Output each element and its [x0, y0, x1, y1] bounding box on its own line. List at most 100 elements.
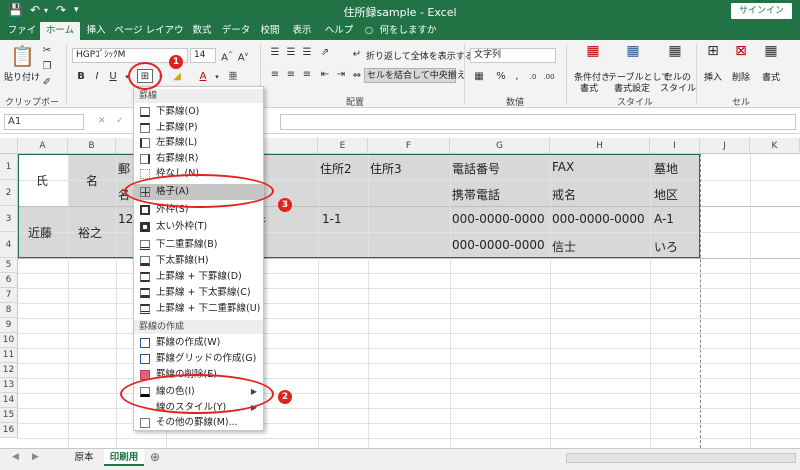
wrap-text-icon[interactable]: ↵	[350, 48, 364, 62]
decrease-indent-icon[interactable]: ⇤	[318, 68, 332, 82]
tab-home[interactable]: ホーム	[40, 22, 80, 40]
signin-button[interactable]: サインイン	[730, 3, 792, 19]
paste-icon[interactable]: 📋	[10, 44, 35, 68]
menu-item-bottom-border[interactable]: 下罫線(O)	[134, 104, 263, 120]
bold-icon[interactable]: B	[74, 70, 88, 84]
menu-item-top-bottom-border[interactable]: 上罫線 + 下罫線(D)	[134, 269, 263, 285]
cell-h4[interactable]: 信士	[552, 238, 576, 255]
row-header[interactable]: 5	[0, 258, 18, 273]
column-header[interactable]: G	[450, 138, 550, 154]
conditional-format-icon[interactable]: ▦	[586, 44, 600, 58]
confirm-entry-icon[interactable]: ✓	[116, 116, 124, 126]
middle-align-icon[interactable]: ☰	[284, 46, 298, 60]
row-header[interactable]: 15	[0, 408, 18, 423]
format-as-table-icon[interactable]: ▦	[626, 44, 640, 58]
number-format-select[interactable]: 文字列	[470, 48, 556, 63]
menu-item-top-double-bottom-border[interactable]: 上罫線 + 下二重罫線(U)	[134, 301, 263, 317]
format-cells-icon[interactable]: ▦	[764, 44, 778, 58]
row-header[interactable]: 13	[0, 378, 18, 393]
cell-g2[interactable]: 携帯電話	[452, 186, 500, 203]
tab-formulas[interactable]: 数式	[188, 22, 216, 40]
menu-item-thick-box-border[interactable]: 太い外枠(T)	[134, 219, 263, 235]
select-all-corner[interactable]	[0, 138, 18, 154]
row-header[interactable]: 8	[0, 303, 18, 318]
worksheet-grid[interactable]: A B C D E F G H I J K 1 2 3 4 5 6 7 8 9 …	[0, 138, 800, 448]
cell-styles-icon[interactable]: ▦	[668, 44, 682, 58]
align-left-icon[interactable]: ≡	[268, 68, 282, 82]
column-header[interactable]: H	[550, 138, 650, 154]
delete-cells-icon[interactable]: ⊠	[734, 44, 748, 58]
horizontal-scrollbar[interactable]	[566, 453, 796, 463]
font-size-input[interactable]: 14	[190, 48, 216, 63]
menu-item-draw-border-grid[interactable]: 罫線グリッドの作成(G)	[134, 351, 263, 367]
menu-item-thick-bottom-border[interactable]: 下太罫線(H)	[134, 253, 263, 269]
menu-item-top-border[interactable]: 上罫線(P)	[134, 120, 263, 136]
italic-icon[interactable]: I	[90, 70, 104, 84]
cell-g1[interactable]: 電話番号	[452, 160, 500, 177]
accounting-format-icon[interactable]: ▦	[472, 70, 486, 84]
column-header[interactable]: A	[18, 138, 68, 154]
wrap-text-button[interactable]: 折り返して全体を表示する	[366, 49, 474, 62]
align-center-icon[interactable]: ≡	[284, 68, 298, 82]
column-header[interactable]: J	[700, 138, 750, 154]
menu-item-top-thick-bottom-border[interactable]: 上罫線 + 下太罫線(C)	[134, 285, 263, 301]
row-header[interactable]: 14	[0, 393, 18, 408]
cell-i2[interactable]: 地区	[654, 186, 678, 203]
formula-input[interactable]	[280, 114, 796, 130]
column-header[interactable]: K	[750, 138, 800, 154]
column-header[interactable]: I	[650, 138, 700, 154]
insert-cells-icon[interactable]: ⊞	[706, 44, 720, 58]
row-header[interactable]: 6	[0, 273, 18, 288]
column-header[interactable]: B	[68, 138, 116, 154]
column-header[interactable]: F	[368, 138, 450, 154]
cell-e1[interactable]: 住所2	[320, 160, 352, 177]
scroll-left-icon[interactable]: ◀	[12, 452, 19, 462]
insert-cells-button[interactable]: 挿入	[704, 70, 722, 83]
comma-style-icon[interactable]: ,	[510, 70, 524, 84]
cell-f1[interactable]: 住所3	[370, 160, 402, 177]
cell-e3[interactable]: 1-1	[322, 212, 342, 226]
cell-i3[interactable]: A-1	[654, 212, 674, 226]
grow-font-icon[interactable]: A^	[220, 48, 234, 63]
font-color-icon[interactable]: A	[196, 70, 210, 84]
tab-insert[interactable]: 挿入	[82, 22, 110, 40]
cell-h3[interactable]: 000-0000-0000	[552, 212, 645, 226]
cell-a1[interactable]: 氏	[36, 172, 48, 189]
copy-icon[interactable]: ❐	[40, 60, 54, 74]
fill-color-icon[interactable]: ◢	[170, 70, 184, 84]
align-right-icon[interactable]: ≡	[300, 68, 314, 82]
cell-b3[interactable]: 裕之	[78, 224, 102, 241]
tell-me-search[interactable]: 何をしますか	[378, 22, 438, 40]
shrink-font-icon[interactable]: Av	[236, 48, 250, 63]
cell-a3[interactable]: 近藤	[28, 224, 52, 241]
increase-decimal-icon[interactable]: .0	[526, 70, 540, 84]
scroll-right-icon[interactable]: ▶	[32, 452, 39, 462]
row-header[interactable]: 3	[0, 206, 18, 232]
row-header[interactable]: 12	[0, 363, 18, 378]
cut-icon[interactable]: ✂	[40, 44, 54, 58]
tab-help[interactable]: ヘルプ	[322, 22, 356, 40]
tab-review[interactable]: 校閲	[256, 22, 284, 40]
font-color-dropdown-icon[interactable]: ▾	[210, 70, 224, 84]
underline-icon[interactable]: U	[106, 70, 120, 84]
format-painter-icon[interactable]: ✐	[40, 76, 54, 90]
tab-file[interactable]: ファイル	[4, 22, 40, 54]
menu-item-right-border[interactable]: 右罫線(R)	[134, 151, 263, 167]
row-header[interactable]: 1	[0, 154, 18, 180]
row-header[interactable]: 10	[0, 333, 18, 348]
menu-item-draw-border[interactable]: 罫線の作成(W)	[134, 335, 263, 351]
format-cells-button[interactable]: 書式	[762, 70, 780, 83]
increase-indent-icon[interactable]: ⇥	[334, 68, 348, 82]
cancel-entry-icon[interactable]: ✕	[98, 116, 106, 126]
phonetic-icon[interactable]: 亜	[226, 70, 240, 84]
top-align-icon[interactable]: ☰	[268, 46, 282, 60]
menu-item-left-border[interactable]: 左罫線(L)	[134, 135, 263, 151]
cell-c1[interactable]: 郵	[118, 160, 130, 177]
column-header[interactable]: E	[318, 138, 368, 154]
row-header[interactable]: 11	[0, 348, 18, 363]
tab-data[interactable]: データ	[220, 22, 252, 40]
menu-item-more-borders[interactable]: その他の罫線(M)...	[134, 415, 263, 431]
row-header[interactable]: 16	[0, 423, 18, 438]
paste-button[interactable]: 貼り付け	[4, 70, 40, 83]
cell-h1[interactable]: FAX	[552, 160, 574, 174]
